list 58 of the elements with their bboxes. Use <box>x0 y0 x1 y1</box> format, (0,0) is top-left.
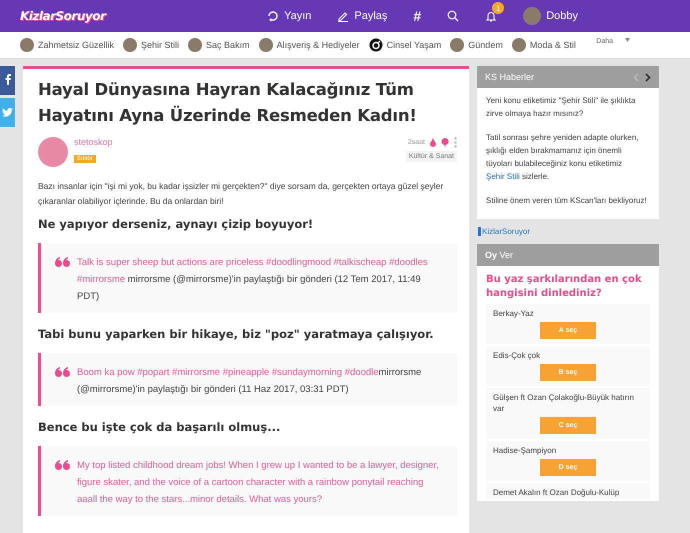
category-link[interactable]: Saç Bakım <box>188 38 250 52</box>
bell-icon[interactable] <box>485 10 498 22</box>
avatar-placeholder <box>38 137 68 167</box>
chevron-right-icon[interactable] <box>645 72 651 82</box>
quote-text: My top listed childhood dream jobs! When I grew up I wanted to be a lawyer, designer, figure skater, and the voice of a cartoon character with a rainbow ponytail reaching aaall the way to the stars...minor details. What was yours? <box>77 459 440 507</box>
hashtag-link[interactable]: # <box>413 8 422 24</box>
quote-mark-icon <box>55 460 71 470</box>
photo-placeholder <box>188 38 202 52</box>
quote-text: Talk is super sheep but actions are priceless #doodlingmood #talkischeap #doodles #mirrorsme mirrorsme (@mirrorsme)'in paylaştığı bir gönderi (12 Tem 2017, 11:49 PDT) <box>77 256 429 304</box>
pin-icon[interactable] <box>441 138 449 148</box>
user-menu[interactable]: Dobby <box>523 7 578 25</box>
option-label: Hadise-Şampiyon <box>493 445 558 456</box>
panel-title: Oy Ver <box>485 250 514 260</box>
category-link[interactable]: Alışveriş & Hediyeler <box>258 38 360 52</box>
photo-placeholder <box>20 38 34 52</box>
caret-icon <box>625 38 630 42</box>
news-text: Stiline önem veren tüm KScan'ları bekliyoruz! <box>486 195 648 207</box>
site-logo[interactable]: KizlarSoruyor <box>20 9 106 23</box>
avatar-placeholder <box>523 7 542 25</box>
news-text: Tatil sonrası şehre yeniden adapte olurken, şıklığı elden bırakmamanız için önemli tüyoları bulabileceğiniz konu etiketimiz Şehir Stili sizlerle. <box>486 132 640 183</box>
notification-badge: 1 <box>492 2 504 14</box>
nav-link[interactable]: Paylaş <box>337 10 388 22</box>
drop-icon[interactable] <box>430 138 436 147</box>
category-link[interactable]: Moda & Stil <box>512 38 576 52</box>
nav-link[interactable]: Yayın <box>267 10 312 22</box>
category-link[interactable]: Gündem <box>450 38 503 52</box>
pencil-icon <box>337 10 350 22</box>
photo-placeholder <box>450 38 464 52</box>
option-label: Edis-Çok çok <box>493 350 542 361</box>
facebook-share-button[interactable] <box>0 66 15 95</box>
f-logo-icon <box>4 74 10 88</box>
photo-placeholder <box>512 38 526 52</box>
article-title: Hayal Dünyasına Hayran Kalacağınız Tüm Hayatını Ayna Üzerinde Resmeden Kadın! <box>38 79 418 127</box>
section-heading: Ne yapıyor derseniz, aynayı çizip boyuyor! <box>38 217 314 231</box>
tag-link[interactable]: Şehir Stili <box>486 172 520 181</box>
category-link[interactable]: Şehir Stili <box>123 38 180 52</box>
option-label: Demet Akalın ft Ozan Doğulu-Kulüp <box>493 487 620 498</box>
category-link[interactable]: Zahmetsiz Güzellik <box>20 38 114 52</box>
ring-icon <box>368 38 383 52</box>
article-paragraph: Bazı insanlar için "işi mi yok, bu kadar işsizler mi gerçekten?" diye sorsam da, gerçekten ortaya güzel şeyler çıkaranlar olabiliyor içlerinde. Bu da onlardan biri! <box>38 180 444 208</box>
section-heading: Tabi bunu yaparken bir hikaye, biz "poz" yaratmaya çalışıyor. <box>38 327 435 341</box>
more-icon[interactable] <box>454 137 457 148</box>
category-link[interactable]: Cinsel Yaşam <box>368 38 442 52</box>
quote-mark-icon <box>55 367 71 377</box>
option-label: Berkay-Yaz <box>493 308 535 319</box>
quote-text: Boom ka pow #popart #mirrorsme #pineapple #sundaymorning #doodlemirrorsme (@mirrorsme)'in paylaştığı bir gönderi (11 Haz 2017, 03:31 PDT) <box>77 366 422 397</box>
news-text: Yeni konu etiketimiz "Şehir Stili" ile şıklıkta zirve olmaya hazır mısınız? <box>486 95 636 120</box>
section-heading: Bence bu işte çok da başarılı olmuş... <box>38 420 282 434</box>
brand-link[interactable]: KizlarSoruyor <box>478 227 530 236</box>
quote-mark-icon <box>55 257 71 267</box>
photo-placeholder <box>123 38 138 52</box>
poll-question: Bu yaz şarkılarından en çok hangisini dinlediniz? <box>485 273 642 301</box>
bird-icon <box>2 108 13 117</box>
panel-title: KS Haberler <box>485 72 534 82</box>
photo-placeholder <box>258 38 273 52</box>
loop-icon <box>267 10 280 22</box>
option-label: Gülşen ft Ozan Çolakoğlu-Büyük hatırın var <box>493 392 635 414</box>
search-icon[interactable] <box>447 10 460 22</box>
